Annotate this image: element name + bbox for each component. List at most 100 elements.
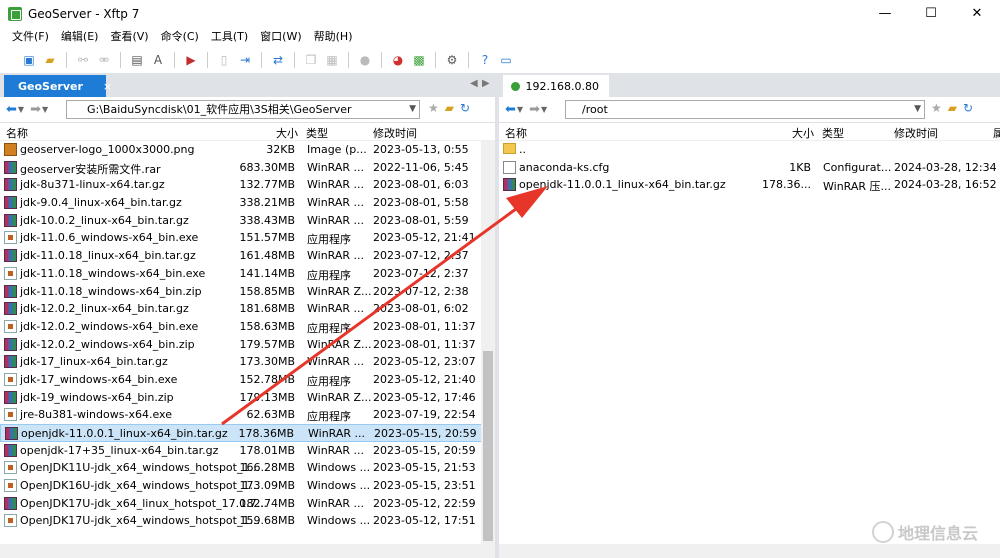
help-icon[interactable]: ? — [476, 51, 494, 69]
col-modified[interactable]: 修改时间 — [894, 125, 938, 141]
col-name[interactable]: 名称 — [6, 125, 28, 141]
parent-folder-icon[interactable]: ▰ — [948, 101, 957, 115]
file-row[interactable]: OpenJDK17U-jdk_x64_linux_hotspot_17.0.7.… — [0, 495, 495, 513]
file-row[interactable]: jdk-10.0.2_linux-x64_bin.tar.gz 338.43MB W… — [0, 212, 495, 230]
document-icon[interactable]: ▯ — [215, 51, 233, 69]
file-row[interactable]: geoserver-logo_1000x3000.png 32KB Image (p… — [0, 141, 495, 159]
file-size: 161.48MB — [239, 249, 295, 263]
col-attributes[interactable]: 属 — [993, 125, 1000, 141]
col-size[interactable]: 大小 — [792, 125, 814, 141]
left-scroll-thumb[interactable] — [483, 351, 493, 541]
file-type: Windows ... — [307, 479, 371, 493]
file-row[interactable]: jdk-8u371-linux-x64.tar.gz 132.77MB WinRAR… — [0, 176, 495, 194]
col-size[interactable]: 大小 — [276, 125, 298, 141]
file-modified: 2023-07-12, 2:37 — [373, 249, 469, 263]
menu-tools[interactable]: 工具(T) — [205, 27, 254, 47]
left-path-input[interactable]: G:\BaiduSyncdisk\01_软件应用\3S相关\GeoServer … — [66, 100, 420, 119]
file-row[interactable]: jdk-11.0.18_windows-x64_bin.exe 141.14MB 应… — [0, 265, 495, 283]
file-row[interactable]: geoserver安装所需文件.rar 683.30MB WinRAR ... 202… — [0, 159, 495, 177]
col-type[interactable]: 类型 — [306, 125, 328, 141]
parent-folder-icon[interactable]: ▰ — [445, 101, 454, 115]
left-horizontal-scrollbar[interactable] — [0, 544, 495, 558]
file-row[interactable]: .. — [499, 141, 1000, 159]
file-row[interactable]: OpenJDK16U-jdk_x64_windows_hotspot_1... 1… — [0, 477, 495, 495]
file-name: jdk-17_windows-x64_bin.exe — [20, 372, 178, 386]
maximize-button[interactable]: ☐ — [908, 0, 954, 27]
tab-scroll-left-icon[interactable]: ◀ — [470, 78, 478, 89]
file-type: WinRAR 压... — [823, 180, 892, 194]
file-row[interactable]: openjdk-17+35_linux-x64_bin.tar.gz 178.01… — [0, 442, 495, 460]
text-icon[interactable]: A — [149, 51, 167, 69]
view-icon[interactable]: ▤ — [128, 51, 146, 69]
new-session-icon[interactable]: ▣ — [20, 51, 38, 69]
tab-remote-host[interactable]: 192.168.0.80 — [503, 75, 609, 97]
disconnect-icon[interactable]: ⚮ — [95, 51, 113, 69]
file-row[interactable]: jdk-17_windows-x64_bin.exe 152.78MB 应用程序 20… — [0, 371, 495, 389]
record-icon[interactable]: ● — [356, 51, 374, 69]
file-row[interactable]: OpenJDK17U-jdk_x64_windows_hotspot_1... 1… — [0, 512, 495, 530]
file-size: 151.57MB — [239, 231, 295, 245]
file-size: 32KB — [266, 143, 295, 156]
file-modified: 2023-05-15, 23:51 — [373, 479, 476, 493]
left-scrollbar[interactable] — [481, 141, 495, 544]
col-type[interactable]: 类型 — [822, 125, 844, 141]
path-dropdown-icon[interactable]: ▼ — [409, 101, 416, 118]
file-row[interactable]: openjdk-11.0.0.1_linux-x64_bin.tar.gz 178… — [0, 424, 495, 442]
back-arrow-icon[interactable]: ⬅ — [6, 102, 17, 117]
rar-icon — [4, 337, 17, 351]
close-button[interactable]: ✕ — [954, 0, 1000, 27]
file-row[interactable]: jdk-11.0.6_windows-x64_bin.exe 151.57MB 应用… — [0, 229, 495, 247]
file-size: 179.57MB — [239, 337, 295, 351]
file-row[interactable]: jdk-12.0.2_windows-x64_bin.zip 179.57MB Wi… — [0, 336, 495, 354]
link-icon[interactable]: ⚯ — [74, 51, 92, 69]
refresh-icon[interactable]: ↻ — [460, 101, 470, 115]
tab-close-icon[interactable]: × — [103, 80, 112, 93]
chat-icon[interactable]: ▭ — [497, 51, 515, 69]
file-row[interactable]: jdk-12.0.2_windows-x64_bin.exe 158.63MB 应用… — [0, 318, 495, 336]
menu-help[interactable]: 帮助(H) — [308, 27, 359, 47]
file-row[interactable]: anaconda-ks.cfg 1KB Configurat... 2024-03-2… — [499, 159, 1000, 177]
copy-icon[interactable]: ❐ — [302, 51, 320, 69]
right-pane: 192.168.0.80 ⬅ ▼ ➡ ▼ /root ▼ ★ ▰ ↻ 名称 大小 类… — [499, 73, 1000, 558]
back-arrow-icon[interactable]: ⬅ — [505, 102, 516, 117]
file-row[interactable]: jdk-12.0.2_linux-x64_bin.tar.gz 181.68MB W… — [0, 300, 495, 318]
upload-icon[interactable]: ⇥ — [236, 51, 254, 69]
file-row[interactable]: jdk-11.0.18_windows-x64_bin.zip 158.85MB W… — [0, 283, 495, 301]
favorite-star-icon[interactable]: ★ — [931, 101, 942, 115]
minimize-button[interactable]: — — [862, 0, 908, 27]
file-row[interactable]: jdk-9.0.4_linux-x64_bin.tar.gz 338.21MB Wi… — [0, 194, 495, 212]
file-size: 158.63MB — [239, 319, 295, 333]
menu-file[interactable]: 文件(F) — [6, 27, 55, 47]
col-modified[interactable]: 修改时间 — [373, 125, 417, 141]
right-path-input[interactable]: /root ▼ — [565, 100, 925, 119]
xshell-icon[interactable]: ▩ — [410, 51, 428, 69]
file-name: jdk-11.0.6_windows-x64_bin.exe — [20, 231, 199, 245]
forward-arrow-icon[interactable]: ➡ — [30, 102, 41, 117]
refresh-icon[interactable]: ↻ — [963, 101, 973, 115]
forward-arrow-icon[interactable]: ➡ — [529, 102, 540, 117]
menu-window[interactable]: 窗口(W) — [254, 27, 307, 47]
open-folder-icon[interactable]: ▰ — [41, 51, 59, 69]
file-row[interactable]: jre-8u381-windows-x64.exe 62.63MB 应用程序 2023… — [0, 406, 495, 424]
transfer-icon[interactable]: ▶ — [182, 51, 200, 69]
file-row[interactable]: jdk-19_windows-x64_bin.zip 179.13MB WinRAR… — [0, 389, 495, 407]
col-name[interactable]: 名称 — [505, 125, 527, 141]
rar-icon — [5, 427, 18, 440]
tab-scroll-right-icon[interactable]: ▶ — [482, 78, 490, 89]
sync-icon[interactable]: ⇄ — [269, 51, 287, 69]
menu-view[interactable]: 查看(V) — [104, 27, 154, 47]
file-row[interactable]: openjdk-11.0.0.1_linux-x64_bin.tar.gz 178… — [499, 176, 1000, 194]
file-row[interactable]: OpenJDK11U-jdk_x64_windows_hotspot_1... 1… — [0, 459, 495, 477]
menu-command[interactable]: 命令(C) — [155, 27, 205, 47]
file-row[interactable]: jdk-11.0.18_linux-x64_bin.tar.gz 161.48MB… — [0, 247, 495, 265]
file-row[interactable]: jdk-17_linux-x64_bin.tar.gz 173.30MB WinRA… — [0, 353, 495, 371]
settings-gear-icon[interactable]: ⚙ — [443, 51, 461, 69]
favorite-star-icon[interactable]: ★ — [428, 101, 439, 115]
left-tab-strip: GeoServer × ◀ ▶ — [0, 73, 495, 97]
right-horizontal-scrollbar[interactable] — [499, 544, 1000, 558]
shell-icon[interactable]: ◕ — [389, 51, 407, 69]
paste-icon[interactable]: ▦ — [323, 51, 341, 69]
tab-geoserver[interactable]: GeoServer × — [4, 75, 112, 97]
menu-edit[interactable]: 编辑(E) — [55, 27, 105, 47]
path-dropdown-icon[interactable]: ▼ — [914, 101, 921, 118]
